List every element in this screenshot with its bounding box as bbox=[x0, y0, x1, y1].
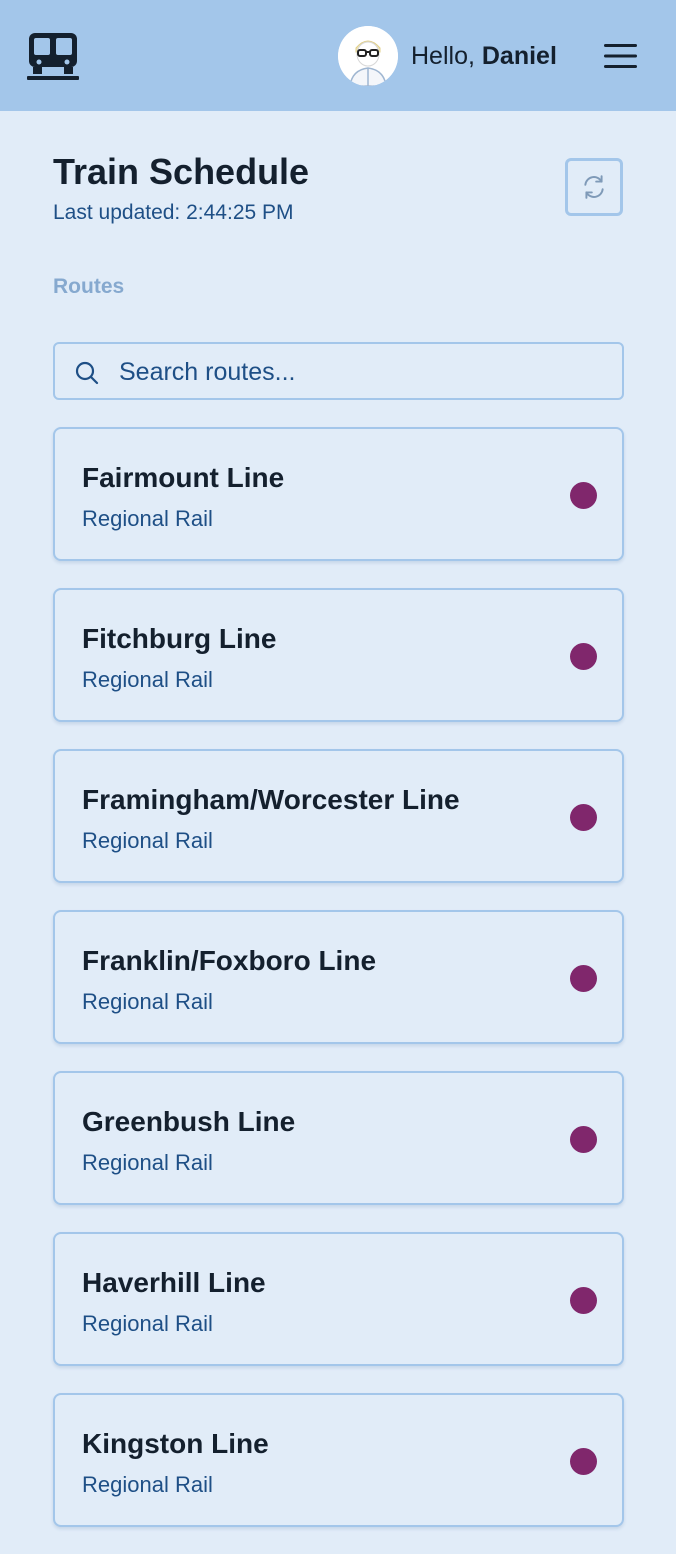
route-card[interactable]: Fairmount Line Regional Rail bbox=[53, 427, 624, 561]
route-name: Framingham/Worcester Line bbox=[82, 784, 460, 815]
search-input[interactable] bbox=[119, 352, 599, 392]
route-name: Fairmount Line bbox=[82, 462, 285, 493]
hamburger-menu-icon[interactable] bbox=[604, 42, 637, 70]
route-card[interactable]: Haverhill Line Regional Rail bbox=[53, 1232, 624, 1366]
route-type: Regional Rail bbox=[82, 667, 213, 692]
route-color-dot bbox=[570, 643, 597, 670]
route-color-dot bbox=[570, 1126, 597, 1153]
route-card[interactable]: Kingston Line Regional Rail bbox=[53, 1393, 624, 1527]
route-name: Kingston Line bbox=[82, 1428, 269, 1459]
route-card[interactable]: Greenbush Line Regional Rail bbox=[53, 1071, 624, 1205]
user-name: Daniel bbox=[481, 42, 557, 70]
route-color-dot bbox=[570, 804, 597, 831]
greeting-prefix: Hello, bbox=[411, 42, 482, 70]
last-updated: Last updated: 2:44:25 PM bbox=[53, 201, 294, 224]
route-name: Haverhill Line bbox=[82, 1267, 266, 1298]
route-color-dot bbox=[570, 1448, 597, 1475]
search-box bbox=[53, 342, 624, 400]
route-type: Regional Rail bbox=[82, 989, 213, 1014]
top-bar: Hello, Daniel bbox=[0, 0, 676, 111]
route-card[interactable]: Franklin/Foxboro Line Regional Rail bbox=[53, 910, 624, 1044]
route-name: Franklin/Foxboro Line bbox=[82, 945, 377, 976]
page-title: Train Schedule bbox=[53, 151, 310, 192]
search-icon bbox=[75, 361, 99, 385]
train-icon[interactable] bbox=[26, 31, 80, 81]
user-avatar-icon bbox=[338, 26, 398, 86]
route-color-dot bbox=[570, 482, 597, 509]
route-type: Regional Rail bbox=[82, 828, 213, 853]
route-card[interactable]: Framingham/Worcester Line Regional Rail bbox=[53, 749, 624, 883]
greeting: Hello, Daniel bbox=[411, 41, 557, 71]
route-card[interactable]: Fitchburg Line Regional Rail bbox=[53, 588, 624, 722]
refresh-icon bbox=[584, 175, 604, 199]
route-name: Greenbush Line bbox=[82, 1106, 296, 1137]
route-type: Regional Rail bbox=[82, 1150, 213, 1175]
refresh-button[interactable] bbox=[565, 158, 623, 216]
route-type: Regional Rail bbox=[82, 506, 213, 531]
route-type: Regional Rail bbox=[82, 1311, 213, 1336]
routes-section-label: Routes bbox=[53, 275, 125, 298]
route-list: Fairmount Line Regional Rail Fitchburg Lin… bbox=[53, 427, 624, 1554]
route-type: Regional Rail bbox=[82, 1472, 213, 1497]
route-color-dot bbox=[570, 1287, 597, 1314]
avatar[interactable] bbox=[338, 26, 398, 86]
route-color-dot bbox=[570, 965, 597, 992]
route-name: Fitchburg Line bbox=[82, 623, 277, 654]
